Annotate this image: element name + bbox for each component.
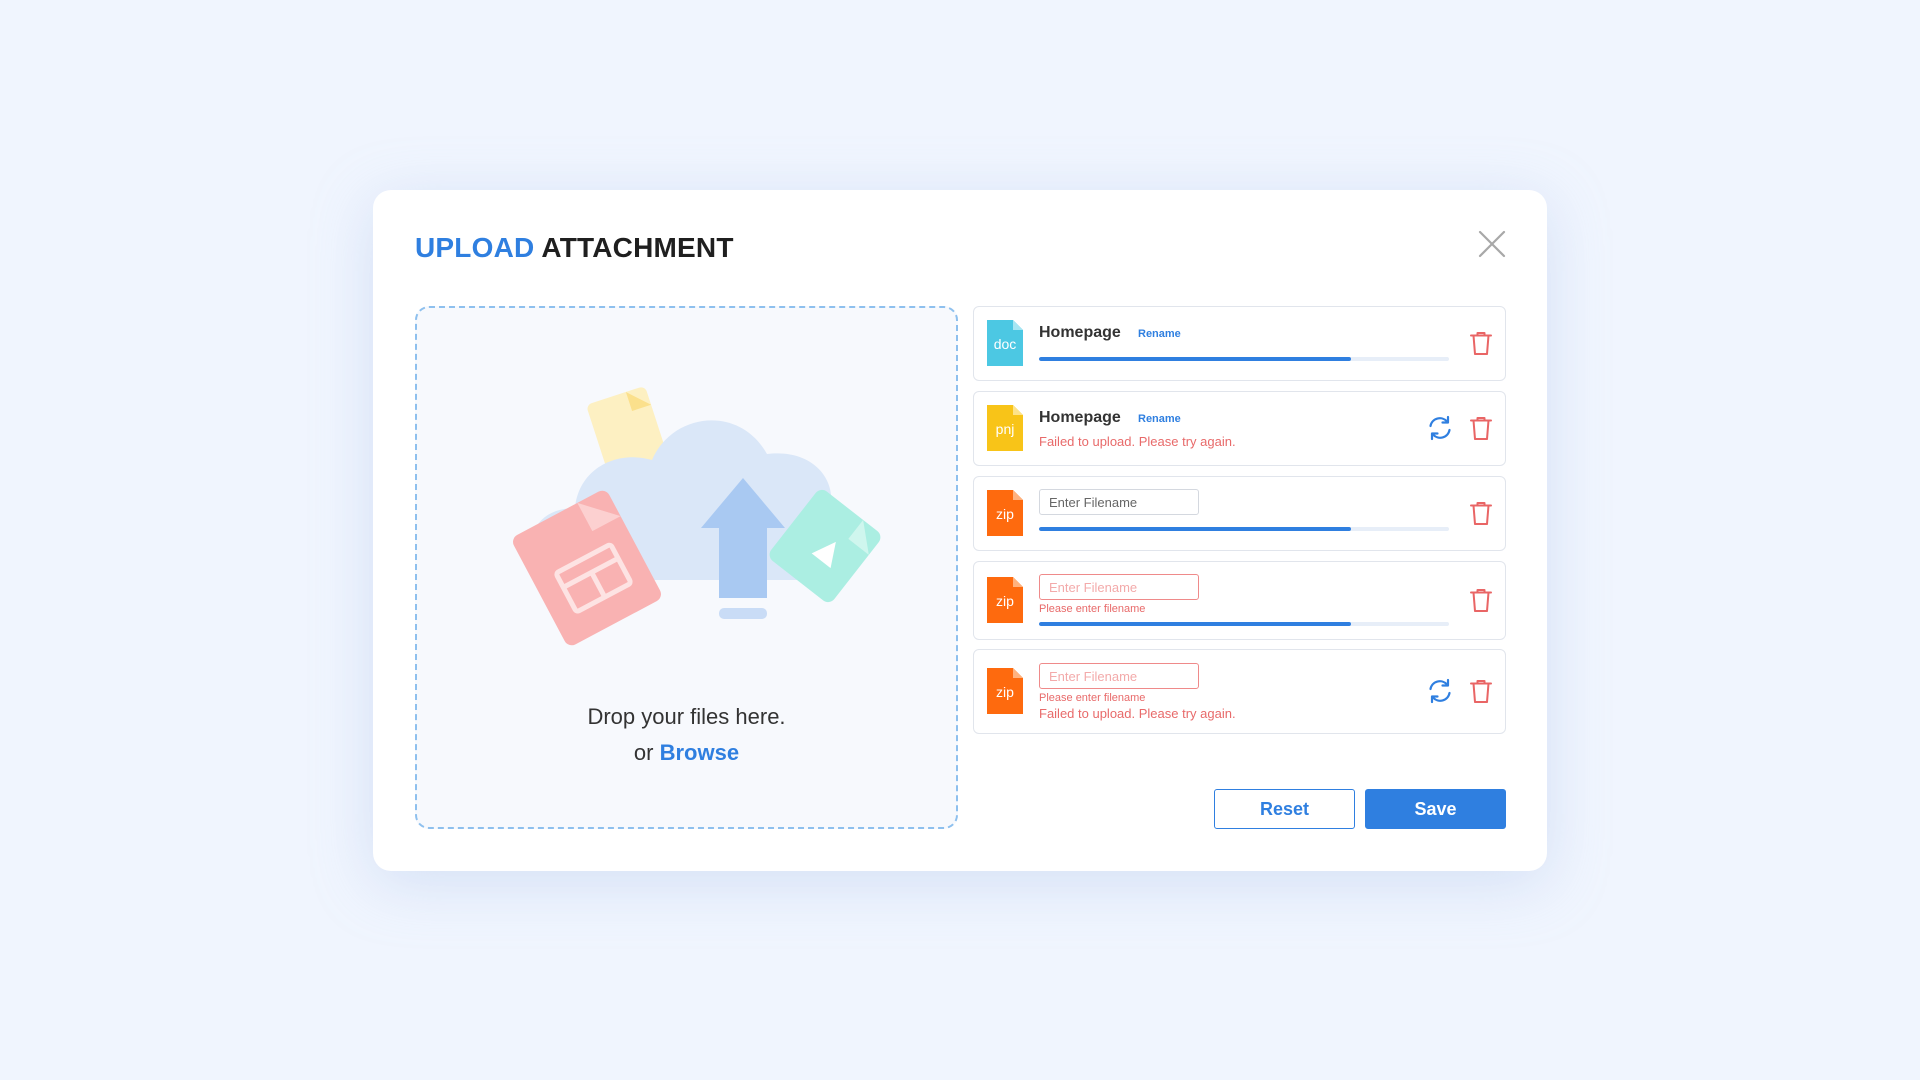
refresh-icon[interactable] — [1426, 677, 1454, 705]
file-item: zip — [973, 476, 1506, 551]
zip-file-icon: zip — [987, 668, 1023, 714]
filename-input[interactable] — [1039, 489, 1199, 515]
save-button[interactable]: Save — [1365, 789, 1506, 829]
svg-text:pnj: pnj — [996, 421, 1015, 437]
file-name: Homepage — [1039, 324, 1121, 341]
rename-link[interactable]: Rename — [1138, 328, 1181, 340]
svg-text:zip: zip — [996, 593, 1014, 609]
svg-text:zip: zip — [996, 506, 1014, 522]
browse-line: or Browse — [417, 740, 956, 766]
drop-instruction: Drop your files here. — [587, 704, 786, 729]
upload-error-message: Failed to upload. Please try again. — [1039, 434, 1236, 449]
svg-text:zip: zip — [996, 684, 1014, 700]
upload-progress-bar — [1039, 622, 1449, 626]
rename-link[interactable]: Rename — [1138, 413, 1181, 425]
trash-icon[interactable] — [1467, 677, 1495, 705]
filename-input[interactable] — [1039, 574, 1199, 600]
zip-file-icon: zip — [987, 490, 1023, 536]
upload-attachment-dialog: UPLOAD ATTACHMENT Drop your files here. … — [373, 190, 1547, 871]
file-item: pnj Homepage Rename Failed to upload. Pl… — [973, 391, 1506, 466]
trash-icon[interactable] — [1467, 329, 1495, 357]
upload-progress-bar — [1039, 357, 1449, 361]
file-dropzone[interactable]: Drop your files here. or Browse — [415, 306, 958, 829]
upload-progress-fill — [1039, 622, 1351, 626]
close-icon[interactable] — [1476, 228, 1508, 260]
file-item: zip Please enter filename — [973, 561, 1506, 640]
svg-text:doc: doc — [994, 336, 1017, 352]
filename-input[interactable] — [1039, 663, 1199, 689]
cloud-upload-icon — [513, 387, 881, 646]
upload-error-message: Failed to upload. Please try again. — [1039, 706, 1236, 721]
upload-progress-bar — [1039, 527, 1449, 531]
or-label: or — [633, 740, 654, 765]
upload-progress-fill — [1039, 357, 1351, 361]
pnj-file-icon: pnj — [987, 405, 1023, 451]
trash-icon[interactable] — [1467, 586, 1495, 614]
validation-message: Please enter filename — [1039, 692, 1146, 704]
title-accent: UPLOAD — [415, 232, 535, 263]
file-name: Homepage — [1039, 409, 1121, 426]
zip-file-icon: zip — [987, 577, 1023, 623]
reset-button[interactable]: Reset — [1214, 789, 1355, 829]
file-item: doc Homepage Rename — [973, 306, 1506, 381]
upload-progress-fill — [1039, 527, 1351, 531]
trash-icon[interactable] — [1467, 414, 1495, 442]
trash-icon[interactable] — [1467, 499, 1495, 527]
browse-link[interactable]: Browse — [660, 740, 739, 765]
file-item: zip Please enter filename Failed to uplo… — [973, 649, 1506, 734]
title-rest: ATTACHMENT — [541, 232, 734, 263]
doc-file-icon: doc — [987, 320, 1023, 366]
validation-message: Please enter filename — [1039, 603, 1146, 615]
refresh-icon[interactable] — [1426, 414, 1454, 442]
dialog-title: UPLOAD ATTACHMENT — [415, 232, 734, 264]
